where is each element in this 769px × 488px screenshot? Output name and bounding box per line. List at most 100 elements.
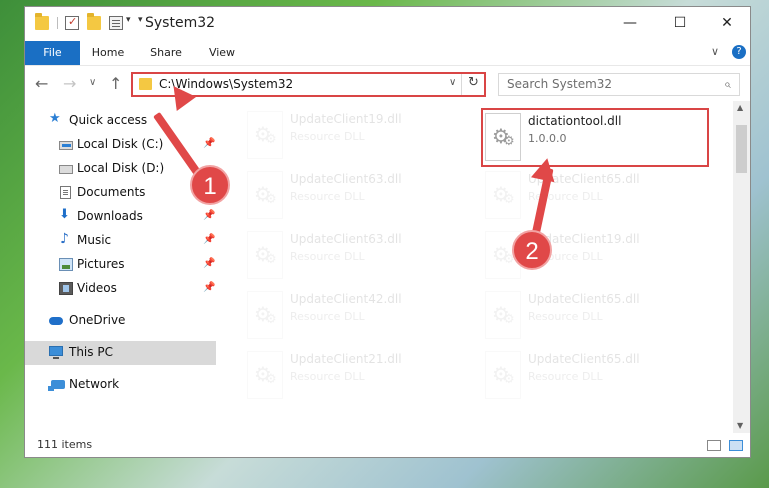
- search-input[interactable]: Search System32: [507, 77, 612, 91]
- videos-icon: [59, 282, 73, 295]
- pin-icon[interactable]: 📌: [203, 234, 215, 245]
- up-arrow-icon[interactable]: ↑: [109, 74, 122, 93]
- tab-file[interactable]: File: [25, 41, 80, 65]
- item-count: 111 items: [37, 438, 93, 451]
- large-icons-view-icon[interactable]: [729, 440, 743, 451]
- maximize-button[interactable]: ☐: [657, 7, 703, 40]
- toolbar-chevron-icon[interactable]: ▾: [138, 15, 143, 25]
- file-name: UpdateClient63.dll: [290, 232, 402, 246]
- file-type: Resource DLL: [528, 370, 603, 383]
- pin-icon[interactable]: 📌: [203, 282, 215, 293]
- sidebar-item-downloads[interactable]: Downloads 📌: [25, 205, 216, 229]
- scrollbar-thumb[interactable]: [736, 125, 747, 173]
- pin-icon[interactable]: 📌: [203, 138, 215, 149]
- title-bar: ▾ ▾ System32 — ☐ ✕: [25, 7, 750, 40]
- help-icon[interactable]: ?: [732, 45, 746, 59]
- file-item[interactable]: ⚙ ⚙ UpdateClient63.dll Resource DLL: [245, 168, 460, 224]
- sidebar-item-network[interactable]: Network: [25, 373, 216, 397]
- scroll-up-icon[interactable]: ▲: [737, 103, 743, 112]
- file-name: UpdateClient65.dll: [528, 352, 640, 366]
- navigation-row: ← → ∨ ↑ C:\Windows\System32 ∨ ↻ Search S…: [25, 65, 750, 101]
- file-type: Resource DLL: [528, 310, 603, 323]
- file-item[interactable]: ⚙ ⚙ UpdateClient19.dll Resource DLL: [245, 108, 460, 164]
- minimize-button[interactable]: —: [607, 7, 653, 40]
- tab-home[interactable]: Home: [87, 41, 129, 65]
- file-item[interactable]: ⚙ ⚙ UpdateClient21.dll Resource DLL: [245, 348, 460, 404]
- file-item[interactable]: ⚙ ⚙ UpdateClient63.dll Resource DLL: [245, 228, 460, 284]
- scroll-down-icon[interactable]: ▼: [737, 421, 743, 430]
- file-type: Resource DLL: [290, 130, 365, 143]
- file-name: UpdateClient19.dll: [290, 112, 402, 126]
- toolbar-separator: [57, 17, 58, 29]
- dll-file-icon: ⚙ ⚙: [247, 231, 283, 279]
- back-arrow-icon[interactable]: ←: [35, 74, 48, 93]
- file-type: Resource DLL: [290, 310, 365, 323]
- window-title: System32: [145, 15, 216, 31]
- vertical-scrollbar[interactable]: ▲ ▼: [733, 101, 750, 433]
- sidebar-item-quick-access[interactable]: Quick access: [25, 109, 216, 133]
- sidebar-item-label: Quick access: [69, 113, 148, 127]
- sidebar-item-onedrive[interactable]: OneDrive: [25, 309, 216, 333]
- status-bar: 111 items: [25, 433, 750, 458]
- drive-icon: [59, 141, 73, 150]
- file-type: Resource DLL: [290, 250, 365, 263]
- recent-locations-icon[interactable]: ∨: [89, 77, 96, 88]
- this-pc-icon: [49, 346, 63, 359]
- file-item[interactable]: ⚙ ⚙ UpdateClient65.dll Resource DLL: [483, 168, 698, 224]
- sidebar-item-label: Videos: [77, 281, 117, 295]
- dll-file-icon: ⚙ ⚙: [247, 171, 283, 219]
- pin-icon[interactable]: 📌: [203, 210, 215, 221]
- file-name: UpdateClient42.dll: [290, 292, 402, 306]
- file-item[interactable]: ⚙ ⚙ UpdateClient65.dll Resource DLL: [483, 348, 698, 404]
- file-item[interactable]: ⚙ ⚙ UpdateClient42.dll Resource DLL: [245, 288, 460, 344]
- file-name: UpdateClient21.dll: [290, 352, 402, 366]
- highlight-box-dictationtool: [481, 108, 709, 167]
- dll-file-icon: ⚙ ⚙: [485, 351, 521, 399]
- file-item[interactable]: ⚙ ⚙ UpdateClient65.dll Resource DLL: [483, 288, 698, 344]
- documents-icon: [60, 186, 71, 199]
- step-marker-2: 2: [512, 230, 552, 270]
- tab-share[interactable]: Share: [145, 41, 187, 65]
- search-icon: ⌕: [724, 77, 731, 91]
- address-folder-icon: [139, 78, 152, 90]
- properties-check-icon[interactable]: [65, 15, 79, 30]
- sidebar-item-label: Local Disk (C:): [77, 137, 164, 151]
- sidebar-item-label: Downloads: [77, 209, 143, 223]
- dll-file-icon: ⚙ ⚙: [247, 351, 283, 399]
- customize-dropdown-icon[interactable]: ▾: [126, 15, 131, 25]
- sidebar-item-videos[interactable]: Videos 📌: [25, 277, 216, 301]
- customize-toolbar-icon[interactable]: [109, 16, 123, 30]
- file-name: UpdateClient65.dll: [528, 292, 640, 306]
- sidebar-item-label: Pictures: [77, 257, 125, 271]
- address-divider: [461, 74, 462, 95]
- forward-arrow-icon[interactable]: →: [63, 74, 76, 93]
- downloads-icon: [59, 207, 73, 223]
- new-folder-icon[interactable]: [87, 13, 101, 30]
- star-icon: [49, 111, 63, 127]
- drive-icon: [59, 165, 73, 174]
- folder-icon: [35, 13, 49, 30]
- details-view-icon[interactable]: [707, 440, 721, 451]
- pin-icon[interactable]: 📌: [203, 258, 215, 269]
- dll-file-icon: ⚙ ⚙: [247, 111, 283, 159]
- search-box[interactable]: Search System32 ⌕: [498, 73, 740, 96]
- file-name: UpdateClient63.dll: [290, 172, 402, 186]
- close-button[interactable]: ✕: [704, 7, 750, 40]
- refresh-icon[interactable]: ↻: [468, 75, 479, 90]
- sidebar-item-pictures[interactable]: Pictures 📌: [25, 253, 216, 277]
- tab-view[interactable]: View: [203, 41, 241, 65]
- music-icon: [59, 231, 73, 247]
- ribbon-tabs: File Home Share View ∨ ?: [25, 41, 750, 65]
- step2-arrowhead: [530, 155, 560, 183]
- sidebar-item-label: This PC: [69, 345, 113, 359]
- ribbon-collapse-icon[interactable]: ∨: [711, 45, 719, 58]
- address-dropdown-icon[interactable]: ∨: [449, 77, 456, 88]
- sidebar-item-label: Documents: [77, 185, 146, 199]
- network-icon: [48, 380, 65, 391]
- sidebar-item-music[interactable]: Music 📌: [25, 229, 216, 253]
- sidebar-item-label: Music: [77, 233, 112, 247]
- sidebar-item-documents[interactable]: Documents 📌: [25, 181, 216, 205]
- sidebar-item-this-pc[interactable]: This PC: [25, 341, 216, 365]
- pictures-icon: [59, 258, 73, 271]
- file-type: Resource DLL: [290, 370, 365, 383]
